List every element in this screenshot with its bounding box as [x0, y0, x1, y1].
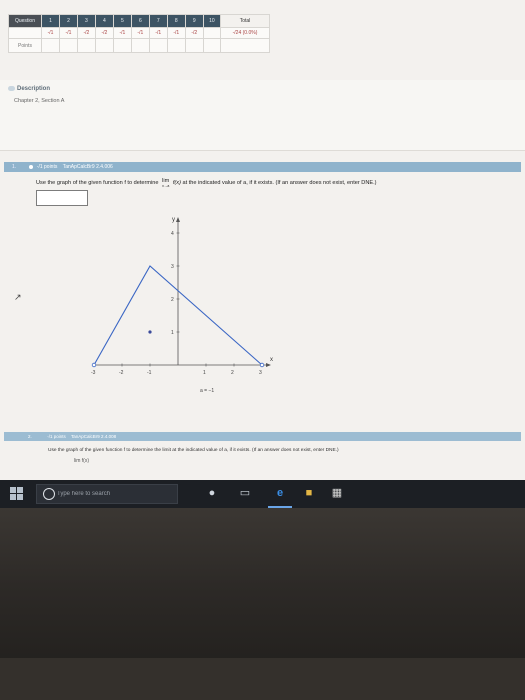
- function-graph: x y -3 -2 -1 1 2 3 1 2 3 4: [91, 217, 273, 376]
- score-cell: -/2: [76, 27, 96, 39]
- points-total-cell: [220, 38, 270, 53]
- question-number-3[interactable]: 3: [76, 14, 96, 28]
- question-points: -/1 points: [36, 164, 58, 170]
- question-number-4[interactable]: 4: [94, 14, 114, 28]
- browser-page: Question 1 2 3 4 5 6 7 8 9 10 Total -/1 …: [0, 0, 525, 480]
- taskbar-search-input[interactable]: [57, 488, 175, 499]
- windows-start-icon[interactable]: [10, 487, 24, 501]
- filled-point: [148, 330, 152, 334]
- points-cell: [202, 38, 222, 53]
- score-cell: -/1: [166, 27, 186, 39]
- points-cell: [166, 38, 186, 53]
- points-row: Points: [8, 38, 270, 53]
- x-tick-label: -2: [119, 370, 124, 376]
- x-tick-label: 3: [259, 370, 262, 376]
- points-cell: [130, 38, 150, 53]
- question-source[interactable]: TanApCalcBr9 2.4.006: [63, 164, 113, 170]
- score-cell: -/1: [148, 27, 168, 39]
- question-row-label: Question: [8, 14, 42, 28]
- x-axis-label: x: [270, 357, 273, 363]
- points-cell: [112, 38, 132, 53]
- y-tick-label: 1: [171, 330, 174, 336]
- x-tick-label: 1: [203, 370, 206, 376]
- points-row-label: Points: [8, 38, 42, 53]
- y-tick-label: 4: [171, 231, 174, 237]
- points-cell: [148, 38, 168, 53]
- question-number: 2.: [28, 434, 32, 439]
- score-cell: -/2: [184, 27, 204, 39]
- laptop-body: [0, 508, 525, 700]
- question-2-header: 2. -/1 points TanApCalcBr9 2.4.008: [4, 432, 521, 441]
- keyboard-row: [0, 658, 525, 700]
- question-number: 1.: [12, 164, 17, 170]
- x-tick-label: -3: [91, 370, 96, 376]
- question-points: -/1 points: [47, 434, 66, 439]
- file-explorer-icon[interactable]: ■: [302, 486, 316, 500]
- open-endpoint: [91, 362, 97, 368]
- question-number-2[interactable]: 2: [58, 14, 78, 28]
- points-cell: [94, 38, 114, 53]
- question-2-limit: lim f(x): [74, 458, 89, 464]
- score-row-label-cell: [8, 27, 42, 39]
- search-icon: [43, 488, 55, 500]
- status-dot-icon: [29, 164, 34, 169]
- question-number-9[interactable]: 9: [184, 14, 204, 28]
- edge-browser-icon[interactable]: e: [273, 486, 287, 500]
- points-cell: [58, 38, 78, 53]
- question-1-header: 1. -/1 points TanApCalcBr9 2.4.006: [4, 162, 521, 172]
- points-cell: [41, 38, 60, 53]
- score-row: -/1 -/1 -/2 -/2 -/1 -/1 -/1 -/1 -/2 -/24…: [8, 27, 270, 39]
- answer-input[interactable]: [36, 190, 88, 206]
- x-axis-arrow-icon: [266, 363, 271, 367]
- description-section: Description Chapter 2, Section A: [0, 80, 525, 151]
- question-2-prompt: Use the graph of the given function f to…: [48, 448, 339, 453]
- question-number-6[interactable]: 6: [130, 14, 150, 28]
- microphone-icon[interactable]: ●: [205, 486, 219, 500]
- points-cell: [76, 38, 96, 53]
- question-number-7[interactable]: 7: [148, 14, 168, 28]
- x-tick-label: 2: [231, 370, 234, 376]
- total-label: Total: [220, 14, 270, 28]
- description-subtitle: Chapter 2, Section A: [14, 98, 65, 104]
- question-number-8[interactable]: 8: [166, 14, 186, 28]
- score-cell: -/1: [112, 27, 132, 39]
- windows-taskbar: ● ▭ e ■ ▦: [0, 480, 525, 508]
- taskbar-search-box[interactable]: [36, 484, 178, 504]
- mouse-cursor-icon: ↗: [14, 292, 22, 302]
- score-table: Question 1 2 3 4 5 6 7 8 9 10 Total -/1 …: [8, 14, 270, 53]
- question-1-prompt: Use the graph of the given function f to…: [36, 178, 377, 188]
- y-tick-label: 2: [171, 297, 174, 303]
- score-cell: -/1: [58, 27, 78, 39]
- indicated-a-value: a = −1: [200, 388, 215, 394]
- open-endpoint: [259, 362, 265, 368]
- score-cell: -/1: [130, 27, 150, 39]
- task-view-icon[interactable]: ▭: [238, 486, 252, 500]
- question-number-5[interactable]: 5: [112, 14, 132, 28]
- y-tick-label: 3: [171, 264, 174, 270]
- score-table-header-row: Question 1 2 3 4 5 6 7 8 9 10 Total: [8, 14, 270, 28]
- collapse-toggle-icon: [8, 86, 15, 91]
- total-score: -/24 (0.0%): [220, 27, 270, 39]
- y-axis-arrow-icon: [176, 217, 180, 222]
- y-axis-label: y: [172, 217, 175, 223]
- limit-expression: lim x→a: [162, 178, 170, 188]
- score-cell: -/1: [41, 27, 60, 39]
- points-cell: [184, 38, 204, 53]
- question-source[interactable]: TanApCalcBr9 2.4.008: [71, 434, 116, 439]
- description-title[interactable]: Description: [8, 86, 50, 92]
- question-number-1[interactable]: 1: [41, 14, 60, 28]
- score-cell: [202, 27, 222, 39]
- store-icon[interactable]: ▦: [330, 486, 344, 500]
- score-cell: -/2: [94, 27, 114, 39]
- x-tick-label: -1: [147, 370, 152, 376]
- question-number-10[interactable]: 10: [202, 14, 222, 28]
